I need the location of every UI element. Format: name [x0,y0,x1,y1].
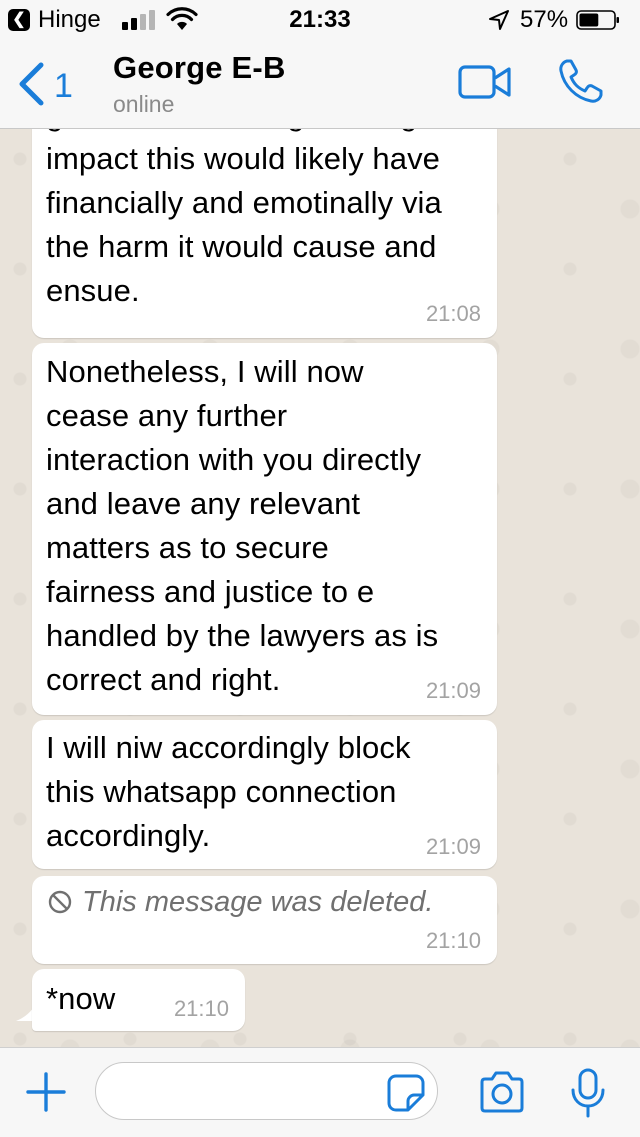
battery-percent: 57% [520,6,569,33]
plus-icon[interactable] [26,1072,66,1112]
contact-name[interactable]: George E-B [113,50,286,86]
unread-count: 1 [54,67,73,105]
phone-icon[interactable] [558,58,604,104]
deleted-message-text: This message was deleted. [82,886,434,918]
back-button[interactable]: 1 [12,60,82,108]
message-time: 21:10 [173,996,229,1021]
chat-area[interactable]: given and knowing the huge impact this w… [0,129,640,1047]
status-bar: ❮ Hinge 21:33 57% [0,0,640,40]
chat-header: 1 George E-B online [0,40,640,129]
message-bubble[interactable]: Nonetheless, I will now cease any furthe… [32,343,497,715]
chevron-left-icon [19,62,44,106]
message-text: Nonetheless, I will now cease any furthe… [46,354,439,697]
message-bubble[interactable]: *now 21:10 [32,969,245,1031]
message-time: 21:10 [425,928,481,953]
message-text: I will niw accordingly block this whatsa… [46,730,411,853]
message-bubble[interactable]: I will niw accordingly block this whatsa… [32,720,497,869]
camera-icon[interactable] [478,1070,526,1114]
message-text: *now [46,981,116,1016]
message-time: 21:09 [425,678,481,703]
microphone-icon[interactable] [570,1068,606,1118]
location-arrow-icon [489,10,509,30]
message-text: given and knowing the huge impact this w… [46,129,442,308]
sticker-icon[interactable] [386,1073,426,1113]
contact-status: online [113,91,175,117]
deleted-message-bubble[interactable]: This message was deleted. 21:10 [32,876,497,964]
message-bubble[interactable]: given and knowing the huge impact this w… [32,129,497,338]
message-time: 21:08 [425,301,481,326]
input-bar [0,1047,640,1137]
message-time: 21:09 [425,834,481,859]
battery-icon [576,10,619,30]
video-camera-icon[interactable] [458,64,512,100]
prohibited-icon [48,890,72,914]
